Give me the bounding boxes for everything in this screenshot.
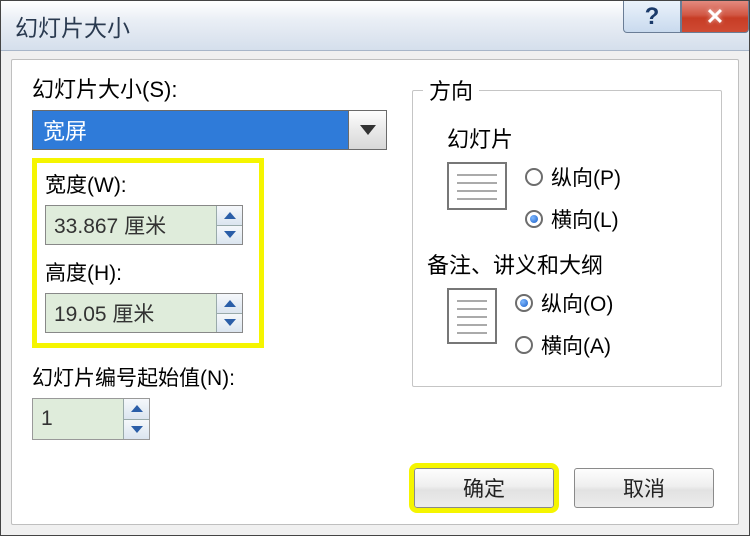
height-value[interactable]: 19.05 厘米 — [46, 294, 216, 332]
page-landscape-icon — [447, 162, 507, 210]
chevron-down-icon — [360, 125, 376, 135]
height-spin-buttons — [216, 294, 242, 332]
width-spin-buttons — [216, 206, 242, 244]
orientation-legend: 方向 — [423, 74, 479, 106]
ok-button[interactable]: 确定 — [414, 468, 554, 508]
chevron-up-icon — [224, 300, 236, 307]
start-spin-down[interactable] — [124, 420, 149, 440]
radio-icon — [515, 336, 533, 354]
start-number-label: 幻灯片编号起始值(N): — [32, 362, 402, 392]
notes-portrait-label: 纵向(O) — [541, 288, 613, 318]
start-number-spin-buttons — [123, 399, 149, 439]
slides-landscape-radio[interactable]: 横向(L) — [525, 204, 621, 234]
right-column: 方向 幻灯片 纵向(P) — [412, 74, 722, 387]
cancel-button[interactable]: 取消 — [574, 468, 714, 508]
slide-size-dialog: 幻灯片大小 ? ✕ 幻灯片大小(S): 宽屏 宽度(W): 33.867 厘米 — [0, 0, 750, 536]
dimensions-highlight: 宽度(W): 33.867 厘米 高度(H): 19.05 厘米 — [32, 158, 264, 348]
orientation-group: 方向 幻灯片 纵向(P) — [412, 74, 722, 387]
slides-landscape-label: 横向(L) — [551, 204, 619, 234]
slide-size-combo[interactable]: 宽屏 — [32, 110, 387, 150]
close-button[interactable]: ✕ — [681, 1, 749, 33]
notes-landscape-label: 横向(A) — [541, 330, 611, 360]
width-label: 宽度(W): — [45, 169, 251, 199]
notes-landscape-radio[interactable]: 横向(A) — [515, 330, 613, 360]
slide-size-value: 宽屏 — [33, 111, 348, 149]
chevron-up-icon — [131, 405, 143, 412]
height-spin-down[interactable] — [217, 314, 242, 333]
start-number-value[interactable]: 1 — [33, 399, 123, 439]
chevron-up-icon — [224, 212, 236, 219]
window-title: 幻灯片大小 — [15, 9, 130, 43]
height-spinner[interactable]: 19.05 厘米 — [45, 293, 243, 333]
combo-dropdown-button[interactable] — [348, 111, 386, 149]
close-icon: ✕ — [706, 4, 724, 30]
width-spin-up[interactable] — [217, 206, 242, 226]
width-value[interactable]: 33.867 厘米 — [46, 206, 216, 244]
slides-portrait-radio[interactable]: 纵向(P) — [525, 162, 621, 192]
width-spin-down[interactable] — [217, 226, 242, 245]
height-label: 高度(H): — [45, 257, 251, 287]
titlebar[interactable]: 幻灯片大小 ? ✕ — [1, 1, 749, 51]
chevron-down-icon — [131, 426, 143, 433]
slides-orientation-row: 纵向(P) 横向(L) — [447, 162, 711, 234]
start-number-spinner[interactable]: 1 — [32, 398, 150, 440]
window-controls: ? ✕ — [623, 1, 749, 37]
chevron-down-icon — [224, 231, 236, 238]
radio-selected-icon — [525, 210, 543, 228]
slide-size-label: 幻灯片大小(S): — [32, 72, 402, 104]
slides-radio-group: 纵向(P) 横向(L) — [525, 162, 621, 234]
start-spin-up[interactable] — [124, 399, 149, 420]
radio-selected-icon — [515, 294, 533, 312]
notes-portrait-radio[interactable]: 纵向(O) — [515, 288, 613, 318]
dialog-buttons: 确定 取消 — [12, 468, 738, 508]
page-portrait-icon — [447, 288, 497, 344]
notes-orientation-title: 备注、讲义和大纲 — [427, 248, 711, 280]
slides-orientation-title: 幻灯片 — [447, 122, 711, 154]
height-spin-up[interactable] — [217, 294, 242, 314]
notes-orientation-row: 纵向(O) 横向(A) — [447, 288, 711, 360]
width-spinner[interactable]: 33.867 厘米 — [45, 205, 243, 245]
chevron-down-icon — [224, 319, 236, 326]
help-button[interactable]: ? — [623, 1, 681, 33]
notes-radio-group: 纵向(O) 横向(A) — [515, 288, 613, 360]
left-column: 幻灯片大小(S): 宽屏 宽度(W): 33.867 厘米 高度(H): — [32, 72, 402, 440]
dialog-body: 幻灯片大小(S): 宽屏 宽度(W): 33.867 厘米 高度(H): — [11, 59, 739, 525]
radio-icon — [525, 168, 543, 186]
slides-portrait-label: 纵向(P) — [551, 162, 621, 192]
